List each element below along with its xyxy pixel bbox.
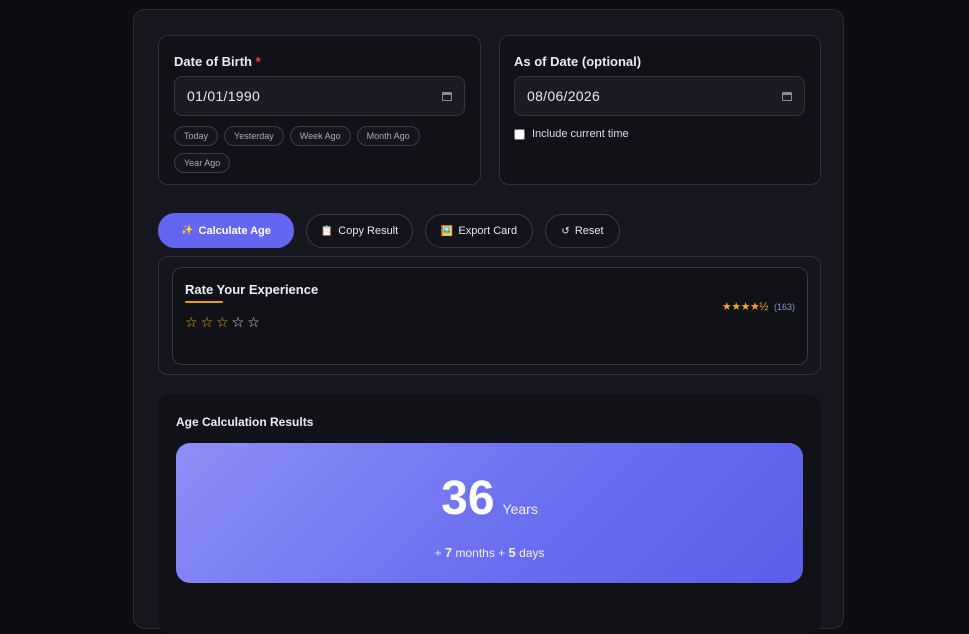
include-time-label: Include current time (532, 128, 629, 140)
calculate-age-label: Calculate Age (198, 224, 271, 237)
age-remainder: + 7 months + 5 days (176, 545, 803, 560)
clipboard-icon: 📋 (320, 225, 334, 237)
age-days-value: 5 (508, 545, 516, 560)
calculate-age-button[interactable]: ✨ Calculate Age (158, 213, 294, 248)
chip-week-ago[interactable]: Week Ago (289, 126, 351, 146)
chip-today[interactable]: Today (174, 126, 219, 146)
required-mark: * (255, 54, 261, 69)
as-of-label: As of Date (optional) (514, 54, 642, 69)
quick-pick-chips: Today Yesterday Week Ago Month Ago Year … (174, 126, 464, 173)
age-calculator-panel: Date of Birth * 01/01/1990 Today Yesterd… (133, 9, 844, 634)
dob-value: 01/01/1990 (187, 88, 261, 104)
age-months-label: months (455, 546, 495, 560)
chip-month-ago[interactable]: Month Ago (356, 126, 420, 146)
export-card-label: Export Card (458, 225, 518, 237)
star-3-icon[interactable]: ☆ (216, 314, 229, 331)
age-years-label: Years (502, 501, 538, 517)
age-years-value: 36 (441, 472, 495, 525)
dob-input[interactable]: 01/01/1990 (174, 76, 465, 116)
include-time-checkbox[interactable] (514, 128, 525, 140)
age-result-card: 36 Years + 7 months + 5 days (176, 443, 803, 583)
age-months-value: 7 (444, 545, 453, 560)
calendar-icon[interactable] (782, 91, 792, 101)
as-of-input[interactable]: 08/06/2026 (514, 76, 805, 116)
dob-card: Date of Birth * 01/01/1990 Today Yesterd… (158, 35, 481, 185)
user-rating-stars: ☆ ☆ ☆ ☆ ☆ (185, 314, 260, 331)
chip-year-ago[interactable]: Year Ago (174, 153, 231, 173)
copy-result-button[interactable]: 📋 Copy Result (306, 214, 413, 248)
title-underline (185, 301, 223, 303)
as-of-card: As of Date (optional) 08/06/2026 Include… (499, 35, 821, 185)
star-2-icon[interactable]: ☆ (201, 314, 214, 331)
include-time-row[interactable]: Include current time (514, 128, 629, 140)
age-days-label: days (519, 546, 545, 560)
rating-widget: Rate Your Experience ☆ ☆ ☆ ☆ ☆ ★★★★½ (16… (172, 267, 808, 365)
average-stars: ★★★★½ (721, 301, 769, 313)
copy-result-label: Copy Result (338, 225, 399, 237)
as-of-value: 08/06/2026 (527, 88, 601, 104)
results-title: Age Calculation Results (176, 415, 314, 429)
chip-yesterday[interactable]: Yesterday (224, 126, 284, 146)
reset-button[interactable]: ↺ Reset (545, 214, 620, 248)
picture-icon: 🖼️ (440, 225, 454, 237)
export-card-button[interactable]: 🖼️ Export Card (425, 214, 533, 248)
star-5-icon[interactable]: ☆ (247, 314, 260, 331)
rating-count: (163) (773, 301, 795, 312)
average-rating: ★★★★½ (163) (722, 300, 795, 313)
star-4-icon[interactable]: ☆ (232, 314, 245, 331)
rating-title: Rate Your Experience (185, 282, 319, 297)
remainder-joiner: + (498, 546, 506, 560)
rating-section: Rate Your Experience ☆ ☆ ☆ ☆ ☆ ★★★★½ (16… (158, 256, 821, 375)
remainder-prefix: + (434, 546, 442, 560)
calendar-icon[interactable] (442, 91, 452, 101)
dob-label-text: Date of Birth (174, 54, 252, 69)
sparkles-icon: ✨ (181, 225, 194, 236)
reset-label: Reset (574, 225, 604, 237)
dob-label: Date of Birth * (174, 54, 261, 69)
age-years-row: 36 Years (176, 471, 803, 526)
star-1-icon[interactable]: ☆ (185, 314, 198, 331)
results-section: Age Calculation Results 36 Years + 7 mon… (158, 394, 821, 634)
reset-icon: ↺ (561, 225, 570, 237)
